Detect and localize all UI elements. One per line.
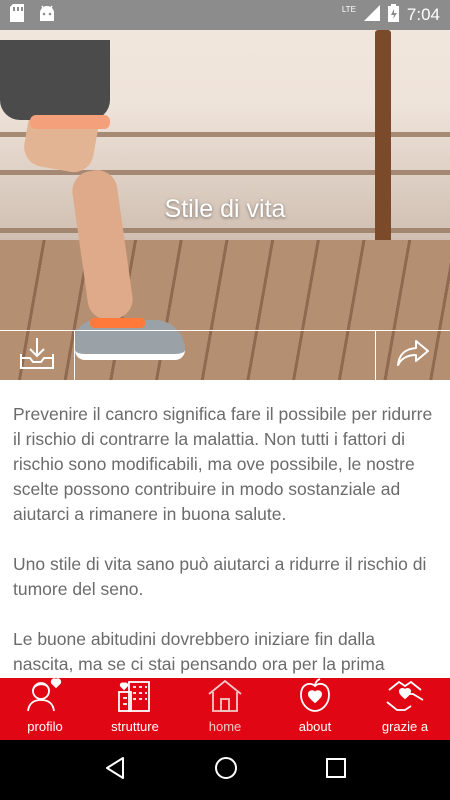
tab-label: profilo [27,719,63,734]
download-icon [19,336,55,375]
page-title: Stile di vita [164,195,286,223]
tab-label: about [298,719,332,734]
download-button[interactable] [0,331,75,380]
sd-card-icon [10,3,24,27]
tab-label: home [208,719,242,734]
action-bar [0,330,450,380]
tab-strutture[interactable]: strutture [90,678,180,740]
home-icon [205,678,245,719]
tab-label: grazie a [381,719,429,734]
article-paragraph: Le buone abitudini dovrebbero iniziare f… [13,629,385,674]
article-paragraph: Uno stile di vita sano può aiutarci a ri… [13,554,427,599]
status-bar: LTE 7:04 [0,0,450,30]
action-spacer [75,331,375,380]
back-icon[interactable] [103,756,127,785]
tab-grazie-a[interactable]: grazie a [360,678,450,740]
system-nav-bar [0,740,450,800]
share-icon [396,339,430,372]
article-paragraph: Prevenire il cancro significa fare il po… [13,404,433,524]
recents-icon[interactable] [325,757,347,784]
hands-heart-icon [385,678,425,719]
apple-heart-icon [295,678,335,719]
battery-icon [387,3,399,27]
tab-profilo[interactable]: profilo [0,678,90,740]
railing-post [375,30,391,260]
hero-image: Stile di vita [0,30,450,380]
tab-home[interactable]: home [180,678,270,740]
buildings-icon [115,678,155,719]
signal-icon [363,4,380,26]
article-content[interactable]: Prevenire il cancro significa fare il po… [13,402,437,678]
profile-heart-icon [25,678,65,719]
home-circle-icon[interactable] [213,755,239,786]
bottom-tab-bar: profilo strutture home about grazie a [0,678,450,740]
android-icon [38,5,56,26]
network-type: LTE [341,4,356,14]
status-time: 7:04 [406,5,440,24]
share-button[interactable] [375,331,450,380]
tab-label: strutture [111,719,159,734]
tab-about[interactable]: about [270,678,360,740]
